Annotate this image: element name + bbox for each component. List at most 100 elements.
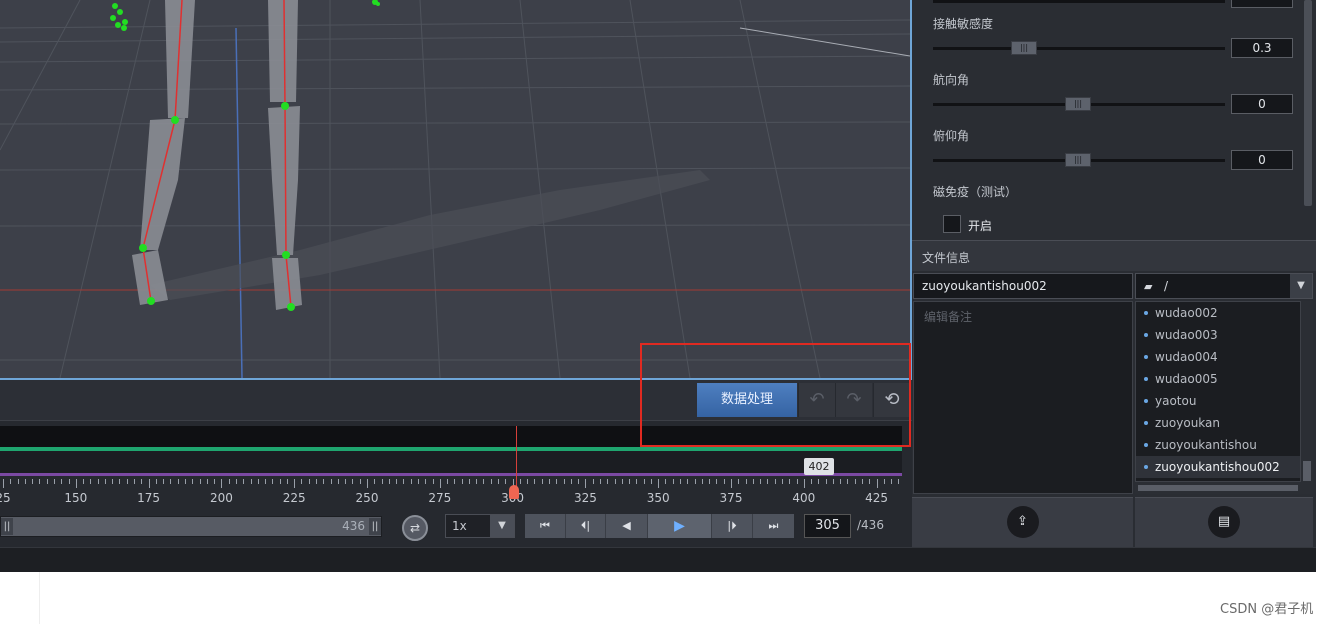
file-list-hscroll[interactable] xyxy=(1135,482,1313,494)
undo-icon[interactable]: ↶ xyxy=(798,383,835,417)
ruler-tick xyxy=(476,479,478,484)
ruler-tick xyxy=(439,479,441,488)
ruler-tick xyxy=(745,479,747,484)
enable-checkbox[interactable] xyxy=(943,215,961,233)
file-list-item[interactable]: wudao003 xyxy=(1136,324,1300,346)
file-name-field[interactable]: zuoyoukantishou002 xyxy=(913,273,1133,299)
ruler-tick xyxy=(83,479,85,484)
ruler-label: 275 xyxy=(428,491,452,505)
scroll-thumb[interactable] xyxy=(1303,461,1311,481)
ruler-tick xyxy=(461,479,463,484)
ruler-tick xyxy=(796,479,798,484)
frame-ruler[interactable]: 25150175200225250275300325350375400425 xyxy=(0,476,902,506)
ruler-tick xyxy=(519,479,521,484)
pitch-angle-thumb[interactable]: ||| xyxy=(1065,153,1091,167)
ruler-label: 150 xyxy=(64,491,88,505)
file-list-item[interactable]: wudao005 xyxy=(1136,368,1300,390)
top-value-box[interactable] xyxy=(1231,0,1293,8)
heading-angle-thumb[interactable]: ||| xyxy=(1065,97,1091,111)
ruler-tick xyxy=(141,479,143,484)
chevron-down-icon[interactable]: ▼ xyxy=(490,515,514,537)
contact-sensitivity-input[interactable]: 0.3 xyxy=(1231,38,1293,58)
file-list-vscroll[interactable] xyxy=(1301,301,1313,482)
history-reset-icon[interactable]: ⟲ xyxy=(873,383,910,417)
file-list-item[interactable]: yaotou xyxy=(1136,390,1300,412)
file-list-item[interactable]: wudao002 xyxy=(1136,302,1300,324)
file-name: zuoyoukantishou002 xyxy=(1155,460,1280,474)
timeline-panel[interactable]: 402 251501752002252502753003253503754004… xyxy=(0,421,912,511)
ruler-tick xyxy=(163,479,165,484)
document-button[interactable]: ▤ xyxy=(1135,497,1313,547)
magnetic-immunity-label: 磁免疫（测试） xyxy=(933,185,1018,199)
file-list-item[interactable]: wudao004 xyxy=(1136,346,1300,368)
loop-toggle-icon[interactable]: ⇄ xyxy=(402,515,428,541)
playhead-handle[interactable] xyxy=(509,485,519,499)
frame-marker-tag: 402 xyxy=(804,458,834,475)
file-list[interactable]: wudao002 wudao003 wudao004 wudao005 yaotou zu… xyxy=(1135,301,1301,482)
current-frame-input[interactable]: 305 xyxy=(804,514,851,538)
ruler-tick xyxy=(468,479,470,484)
ruler-tick xyxy=(90,479,92,484)
ruler-tick xyxy=(811,479,813,484)
file-list-item[interactable]: zuoyoukan xyxy=(1136,412,1300,434)
ruler-label: 200 xyxy=(209,491,233,505)
ruler-tick xyxy=(170,479,172,484)
data-processing-button[interactable]: 数据处理 xyxy=(697,383,797,417)
ruler-tick xyxy=(636,479,638,484)
skip-to-start-icon[interactable]: ⏮ xyxy=(525,514,566,538)
ruler-tick xyxy=(257,479,259,484)
range-end-handle[interactable]: || xyxy=(369,518,381,535)
step-back-icon[interactable]: ⏴| xyxy=(566,514,606,538)
ruler-tick xyxy=(578,479,580,484)
3d-viewport[interactable] xyxy=(0,0,912,380)
ruler-tick xyxy=(840,479,842,484)
file-name: wudao002 xyxy=(1155,306,1218,320)
top-slider-track[interactable] xyxy=(933,0,1225,3)
heading-angle-input[interactable]: 0 xyxy=(1231,94,1293,114)
pitch-angle-input[interactable]: 0 xyxy=(1231,150,1293,170)
playback-range-bar[interactable]: || 436 || xyxy=(0,516,382,537)
ruler-tick xyxy=(75,479,77,488)
enable-label: 开启 xyxy=(968,219,993,233)
timeline-track-top[interactable] xyxy=(0,426,902,448)
prev-frame-icon[interactable]: ◀ xyxy=(606,514,648,538)
contact-sensitivity-track[interactable] xyxy=(933,47,1225,50)
file-name: yaotou xyxy=(1155,394,1197,408)
chevron-down-icon[interactable]: ▼ xyxy=(1290,274,1312,298)
scroll-thumb[interactable] xyxy=(1138,485,1298,491)
notes-textarea[interactable]: 编辑备注 xyxy=(913,301,1133,494)
ruler-tick xyxy=(337,479,339,484)
file-name: zuoyoukantishou xyxy=(1155,438,1257,452)
upload-button[interactable]: ⇪ xyxy=(912,497,1133,547)
ruler-tick xyxy=(148,479,150,488)
ruler-tick xyxy=(214,479,216,484)
play-icon[interactable]: ▶ xyxy=(648,514,712,538)
ruler-tick xyxy=(417,479,419,484)
action-toolbar: 数据处理 ↶ ↷ ⟲ xyxy=(0,380,912,421)
ruler-tick xyxy=(272,479,274,484)
ruler-tick xyxy=(206,479,208,484)
ruler-tick xyxy=(425,479,427,484)
file-list-item[interactable]: zuoyoukantishou002 xyxy=(1136,456,1300,478)
timeline-track-middle[interactable] xyxy=(0,451,902,473)
ruler-tick xyxy=(505,479,507,484)
skip-to-end-icon[interactable]: ⏭ xyxy=(753,514,794,538)
folder-select[interactable]: ▰ / ▼ xyxy=(1135,273,1313,299)
file-list-item[interactable]: zuoyoukantishou xyxy=(1136,434,1300,456)
ruler-tick xyxy=(323,479,325,484)
range-start-handle[interactable]: || xyxy=(1,518,13,535)
redo-icon[interactable]: ↷ xyxy=(835,383,872,417)
ruler-tick xyxy=(592,479,594,484)
scene-canvas xyxy=(0,0,910,378)
ruler-tick xyxy=(330,479,332,484)
ruler-tick xyxy=(723,479,725,484)
step-forward-icon[interactable]: |⏵ xyxy=(712,514,753,538)
settings-scrollbar[interactable] xyxy=(1304,0,1312,206)
contact-sensitivity-thumb[interactable]: ||| xyxy=(1011,41,1037,55)
ruler-tick xyxy=(410,479,412,484)
ruler-tick xyxy=(46,479,48,484)
playback-speed-select[interactable]: 1x ▼ xyxy=(445,514,515,538)
ruler-tick xyxy=(891,479,893,484)
ruler-tick xyxy=(396,479,398,484)
heading-angle-label: 航向角 xyxy=(933,73,970,87)
